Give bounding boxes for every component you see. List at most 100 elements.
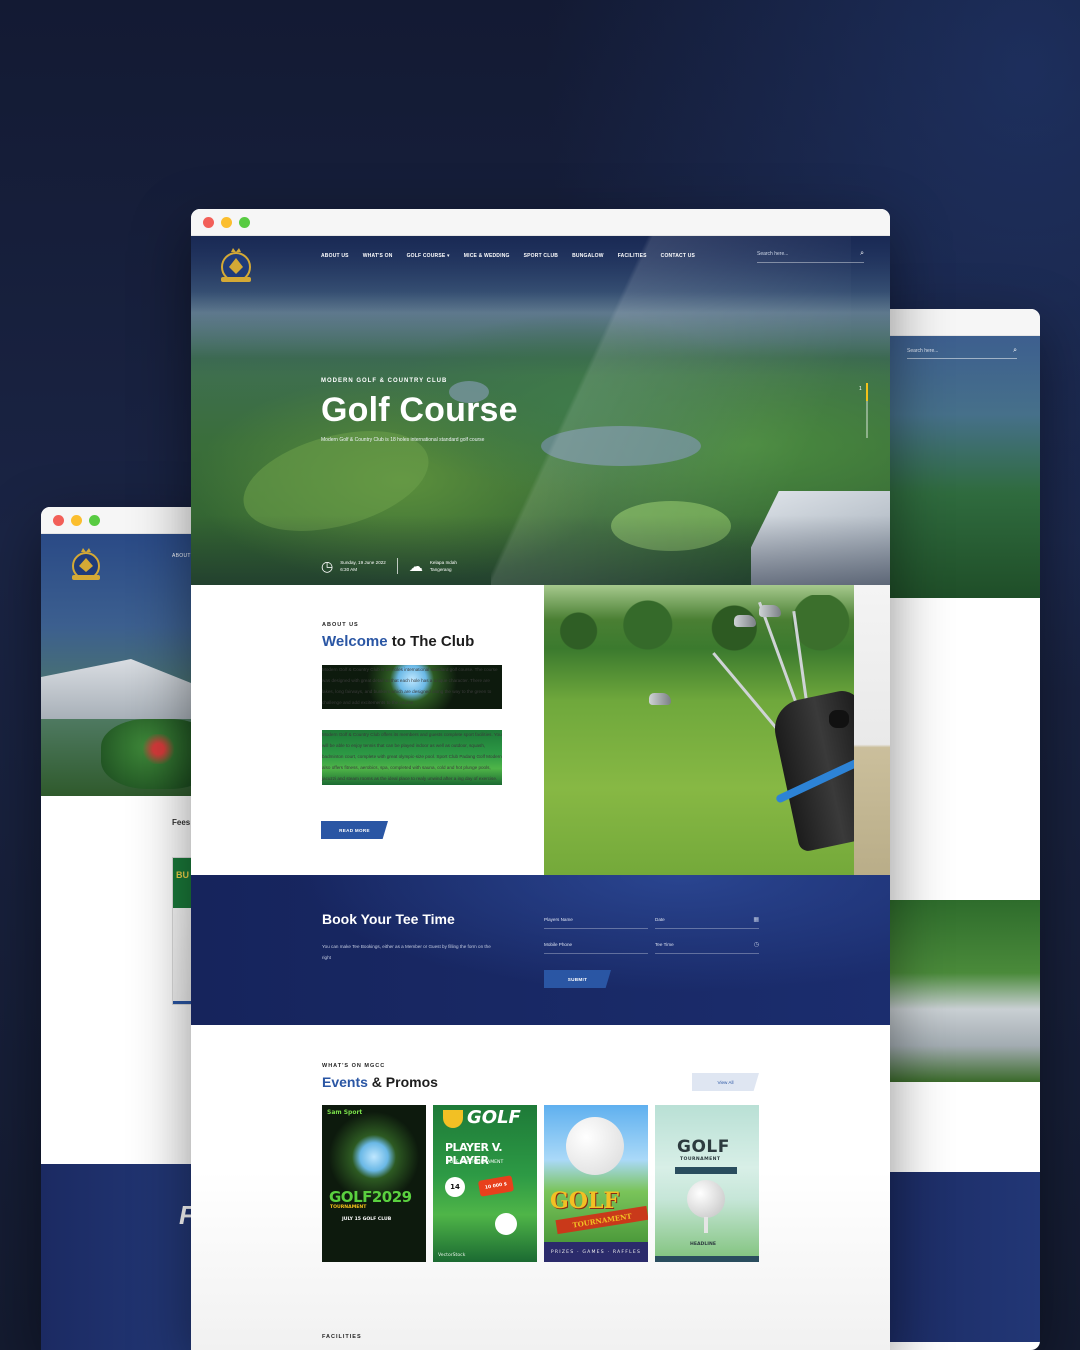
view-all-button[interactable]: View All <box>692 1073 759 1091</box>
tee-time-booking-section: Book Your Tee Time You can make Tee Book… <box>191 875 890 1025</box>
golf-glove <box>829 710 849 728</box>
poster-brand: Sam Sport <box>327 1109 363 1116</box>
nav-mice-wedding[interactable]: MICE & WEDDING <box>464 253 510 259</box>
top-navigation: ABOUT US WHAT'S ON GOLF COURSE ▾ MICE & … <box>191 236 890 296</box>
about-paragraph-1: Modern Golf & Country Club is 18 holes i… <box>322 665 502 709</box>
poster-date: JULY 15 GOLF CLUB <box>342 1217 392 1222</box>
hero-section: ABOUT US WHAT'S ON GOLF COURSE ▾ MICE & … <box>191 236 890 585</box>
about-title: Welcome to The Club <box>322 633 474 650</box>
search-field[interactable]: Search here... ⌕ <box>907 347 1017 359</box>
date-text: Sunday, 19 June 2022 <box>340 560 386 565</box>
poster-subtitle: TOURNAMENT <box>680 1157 721 1162</box>
mobile-phone-placeholder: Mobile Phone <box>544 942 573 947</box>
nav-sport-club[interactable]: SPORT CLUB <box>524 253 559 259</box>
golf-ball-icon <box>687 1180 725 1218</box>
hero-title: Golf Course <box>321 391 518 429</box>
club-head <box>649 693 671 705</box>
about-title-highlight: Welcome <box>322 633 388 650</box>
nav-about-label[interactable]: ABOUT <box>172 553 191 559</box>
events-title-rest: & Promos <box>367 1074 438 1090</box>
minimize-dot[interactable] <box>71 514 82 526</box>
event-poster-3[interactable]: GOLF TOURNAMENT PRIZES · GAMES · RAFFLES <box>544 1105 648 1262</box>
tree-line <box>544 595 890 655</box>
poster-title: GOLF <box>677 1137 730 1157</box>
calendar-icon[interactable]: ▦ <box>753 916 759 923</box>
search-placeholder: Search here... <box>757 251 789 257</box>
search-placeholder: Search here... <box>907 348 939 354</box>
poster-title: GOLF <box>550 1188 620 1214</box>
read-more-button[interactable]: READ MORE <box>321 821 388 839</box>
slider-indicator[interactable] <box>866 383 868 438</box>
booking-title: Book Your Tee Time <box>322 911 455 927</box>
time-text: 6:30 AM <box>340 567 358 572</box>
about-paragraph-2: Modern Golf & Country Club offers its me… <box>322 730 502 785</box>
left-hero-image: ABOUT <box>41 534 216 796</box>
events-title: Events & Promos <box>322 1074 438 1090</box>
maximize-dot[interactable] <box>89 514 100 526</box>
club-logo[interactable] <box>214 246 258 289</box>
players-name-placeholder: Players Name <box>544 917 573 922</box>
event-poster-2[interactable]: GOLF PLAYER V. PLAYER GOLF CUP TOURNAMEN… <box>433 1105 537 1262</box>
city-text: Tangerang <box>429 567 452 572</box>
about-section: ABOUT US Welcome to The Club Modern Golf… <box>191 585 890 875</box>
submit-button[interactable]: SUBMIT <box>544 970 611 988</box>
facilities-kicker: FACILITIES <box>322 1334 362 1340</box>
tee-time-placeholder: Tee Time <box>655 942 674 947</box>
hero-info-bar: ◷ Sunday, 19 June 2022 6:30 AM ☁ Kelapa … <box>321 558 457 574</box>
poster-prize-badge: 10 000 $ <box>477 1175 515 1197</box>
poster-subtitle: TOURNAMENT <box>330 1205 367 1210</box>
golf-ball-icon <box>566 1117 624 1175</box>
clock-icon[interactable]: ◷ <box>754 941 759 948</box>
nav-whats-on[interactable]: WHAT'S ON <box>363 253 393 259</box>
golfer-photo <box>544 585 890 875</box>
slider-active-segment <box>866 383 868 401</box>
golf-ball-icon <box>495 1213 517 1235</box>
poster-footer: PRIZES · GAMES · RAFFLES <box>544 1242 648 1262</box>
search-input[interactable]: Search here... ⌕ <box>757 250 864 263</box>
flowers <box>136 734 181 764</box>
date-field[interactable]: Date ▦ <box>655 917 759 929</box>
close-dot[interactable] <box>53 514 64 526</box>
nav-contact-us[interactable]: CONTACT US <box>661 253 695 259</box>
mobile-phone-field[interactable]: Mobile Phone <box>544 942 648 954</box>
search-icon[interactable]: ⌕ <box>1013 347 1017 355</box>
nav-golf-course[interactable]: GOLF COURSE ▾ <box>407 253 450 259</box>
info-divider <box>396 558 398 574</box>
players-name-field[interactable]: Players Name <box>544 917 648 929</box>
clock-icon: ◷ <box>321 558 334 574</box>
hero-subtitle: Modern Golf & Country Club is 18 holes i… <box>321 437 485 443</box>
window-chrome <box>41 507 216 534</box>
trophy-icon <box>443 1110 463 1128</box>
minimize-dot[interactable] <box>221 216 232 228</box>
tee-time-field[interactable]: Tee Time ◷ <box>655 942 759 954</box>
poster-subtitle: GOLF CUP TOURNAMENT <box>446 1160 504 1165</box>
club-logo[interactable] <box>65 546 107 587</box>
poster-title: GOLF <box>467 1107 521 1128</box>
close-dot[interactable] <box>203 216 214 228</box>
main-browser-window: ABOUT US WHAT'S ON GOLF COURSE ▾ MICE & … <box>191 209 890 1350</box>
events-kicker: WHAT'S ON MGCC <box>322 1063 386 1069</box>
nav-about-us[interactable]: ABOUT US <box>321 253 349 259</box>
maximize-dot[interactable] <box>239 216 250 228</box>
about-kicker: ABOUT US <box>322 622 359 628</box>
nav-facilities[interactable]: FACILITIES <box>618 253 647 259</box>
booking-description: You can make Tee Bookings, either as a M… <box>322 944 491 960</box>
event-poster-1[interactable]: Sam Sport GOLF2029 TOURNAMENT JULY 15 GO… <box>322 1105 426 1262</box>
poster-title: GOLF2029 <box>329 1188 412 1206</box>
poster-ribbon <box>675 1167 737 1174</box>
nav-bungalow[interactable]: BUNGALOW <box>572 253 604 259</box>
main-menu: ABOUT US WHAT'S ON GOLF COURSE ▾ MICE & … <box>321 253 709 259</box>
fees-heading: Fees <box>172 818 191 827</box>
location-text: Kelapa Indah <box>429 560 457 565</box>
location-block: Kelapa Indah Tangerang <box>430 559 457 573</box>
date-block: Sunday, 19 June 2022 6:30 AM <box>340 559 386 573</box>
about-title-rest: to The Club <box>387 633 475 650</box>
bungalow-roof <box>41 659 191 719</box>
search-icon[interactable]: ⌕ <box>860 250 864 258</box>
poster-footer-bar <box>655 1256 759 1262</box>
hero-kicker: MODERN GOLF & COUNTRY CLUB <box>321 378 448 384</box>
event-poster-4[interactable]: GOLF TOURNAMENT HEADLINE <box>655 1105 759 1262</box>
events-title-highlight: Events <box>322 1074 368 1090</box>
slide-number: 1 <box>859 386 862 392</box>
date-placeholder: Date <box>655 917 665 922</box>
